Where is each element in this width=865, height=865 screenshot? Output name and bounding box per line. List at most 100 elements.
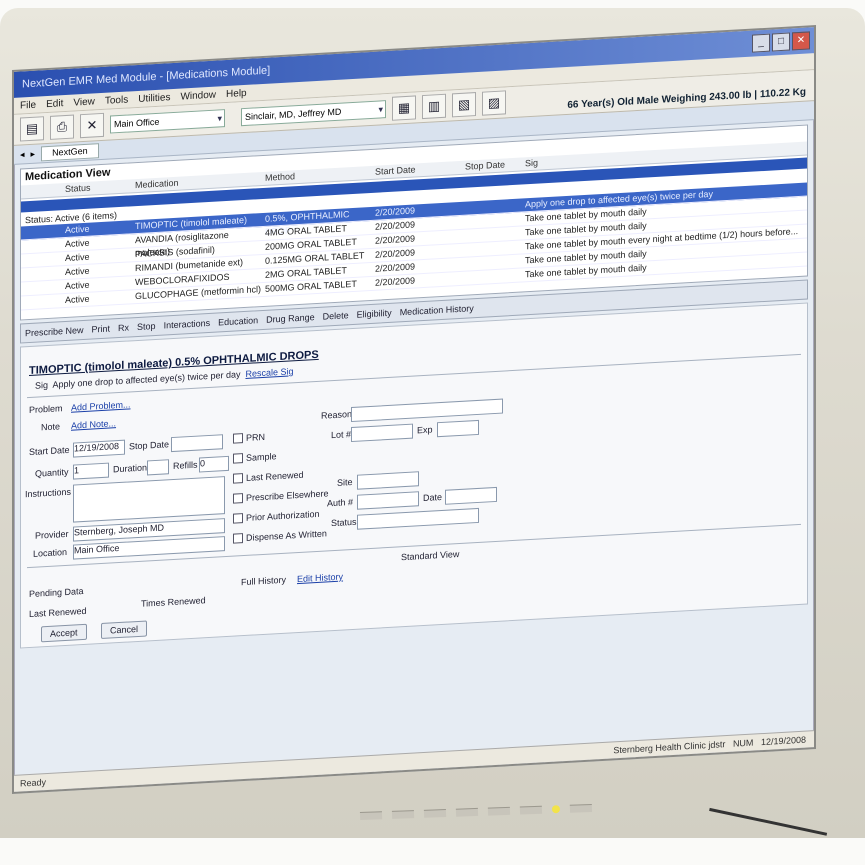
status-date: 12/19/2008: [760, 734, 806, 748]
dispense-as-written-checkbox[interactable]: Dispense As Written: [233, 528, 327, 544]
report-icon[interactable]: ▨: [482, 90, 506, 116]
minimize-button[interactable]: _: [752, 33, 770, 53]
start-date-value: 12/19/2008: [74, 441, 120, 454]
stop-date-field[interactable]: [171, 434, 223, 453]
refills-field[interactable]: 0: [199, 455, 229, 473]
auth-field[interactable]: [357, 491, 419, 510]
row-indicator: [21, 280, 65, 295]
duration-label: Duration: [113, 462, 148, 475]
dispense-as-written-label: Dispense As Written: [246, 528, 327, 543]
menu-utilities[interactable]: Utilities: [138, 92, 170, 105]
refills-label: Refills: [173, 459, 198, 471]
app-window: NextGen EMR Med Module - [Medications Mo…: [12, 25, 816, 794]
instructions-label: Instructions: [25, 486, 72, 500]
drug-range-button[interactable]: Drug Range: [266, 312, 315, 325]
template-icon[interactable]: ▧: [452, 92, 476, 118]
prn-checkbox[interactable]: PRN: [233, 432, 265, 444]
status-num: NUM: [732, 737, 754, 749]
menu-view[interactable]: View: [73, 96, 95, 108]
row-indicator: [21, 266, 65, 281]
reason-label: Reason: [321, 408, 353, 421]
forward-icon[interactable]: ▸: [31, 148, 36, 159]
location-label: Location: [33, 546, 68, 559]
interactions-button[interactable]: Interactions: [164, 318, 211, 331]
last-renewed-label: Last Renewed: [29, 605, 87, 620]
quantity-field[interactable]: 1: [73, 462, 109, 480]
prescription-form: TIMOPTIC (timolol maleate) 0.5% OPHTHALM…: [20, 302, 808, 649]
monitor-button[interactable]: [487, 806, 511, 816]
location-select[interactable]: Main Office: [110, 109, 225, 134]
column-status[interactable]: Status: [65, 179, 135, 196]
eligibility-button[interactable]: Eligibility: [357, 308, 392, 320]
pending-data-label: Pending Data: [29, 585, 84, 600]
monitor-button[interactable]: [455, 807, 479, 817]
monitor-button[interactable]: [391, 810, 415, 819]
monitor-button[interactable]: [359, 811, 383, 821]
print-icon[interactable]: ⎙: [50, 114, 74, 140]
quantity-value: 1: [74, 465, 80, 476]
save-icon[interactable]: ▤: [20, 116, 44, 142]
menu-edit[interactable]: Edit: [46, 98, 63, 110]
menu-file[interactable]: File: [20, 99, 36, 111]
tab-nextgen[interactable]: NextGen: [41, 142, 99, 161]
site-field[interactable]: [357, 471, 419, 490]
refills-value: 0: [200, 458, 206, 469]
stop-button[interactable]: Stop: [137, 321, 156, 332]
chart-icon[interactable]: ▦: [392, 95, 416, 121]
menu-tools[interactable]: Tools: [105, 94, 128, 106]
last-renewed-checkbox[interactable]: Last Renewed: [233, 470, 304, 484]
print-button[interactable]: Print: [92, 324, 111, 335]
sample-checkbox[interactable]: Sample: [233, 451, 277, 464]
full-history-link[interactable]: Full History: [241, 575, 286, 588]
row-indicator: [21, 294, 65, 309]
provider-select[interactable]: Sinclair, MD, Jeffrey MD: [241, 100, 386, 127]
prescribe-new-button[interactable]: Prescribe New: [25, 325, 84, 338]
standard-view-label: Standard View: [401, 548, 460, 563]
exp-field[interactable]: [437, 419, 479, 438]
menu-window[interactable]: Window: [180, 89, 216, 102]
times-renewed-label: Times Renewed: [141, 595, 206, 609]
power-button[interactable]: [569, 803, 593, 813]
cancel-button[interactable]: Cancel: [101, 620, 148, 640]
start-date-field[interactable]: 12/19/2008: [73, 439, 125, 458]
accept-button[interactable]: Accept: [41, 623, 87, 643]
location-value: Main Office: [74, 542, 120, 556]
start-date-label: Start Date: [29, 444, 70, 458]
lot-field[interactable]: [351, 423, 413, 443]
date-field[interactable]: [445, 486, 497, 505]
auth-label: Auth #: [327, 496, 354, 509]
back-icon[interactable]: ◂: [20, 149, 25, 160]
rescale-sig-link[interactable]: Rescale Sig: [246, 366, 294, 379]
column-stop-date[interactable]: Stop Date: [465, 157, 525, 173]
education-button[interactable]: Education: [218, 315, 258, 327]
prior-authorization-checkbox[interactable]: Prior Authorization: [233, 509, 320, 524]
instructions-field[interactable]: [73, 476, 225, 523]
provider-value: Sternberg, Joseph MD: [74, 522, 165, 538]
power-led-icon: [551, 805, 561, 814]
status-select[interactable]: [357, 507, 479, 530]
prior-authorization-label: Prior Authorization: [246, 508, 320, 523]
add-note-link[interactable]: Add Note...: [71, 418, 116, 431]
delete-button[interactable]: Delete: [323, 310, 349, 321]
maximize-button[interactable]: □: [772, 32, 790, 52]
site-label: Site: [337, 476, 353, 488]
close-button[interactable]: ✕: [792, 31, 810, 51]
prescribe-elsewhere-label: Prescribe Elsewhere: [246, 488, 329, 503]
monitor-button[interactable]: [519, 805, 543, 815]
medication-history-button[interactable]: Medication History: [400, 303, 474, 317]
exp-label: Exp: [417, 424, 433, 436]
reason-select[interactable]: [351, 398, 503, 423]
monitor-button[interactable]: [423, 809, 447, 818]
prescribe-elsewhere-checkbox[interactable]: Prescribe Elsewhere: [233, 488, 329, 504]
close-chart-icon[interactable]: ✕: [80, 112, 104, 139]
duration-field[interactable]: [147, 459, 169, 476]
menu-help[interactable]: Help: [226, 87, 247, 99]
rx-button[interactable]: Rx: [118, 322, 129, 333]
prn-label: PRN: [246, 431, 266, 443]
row-indicator: [21, 252, 65, 267]
edit-history-link[interactable]: Edit History: [297, 571, 343, 584]
document-icon[interactable]: ▥: [422, 93, 446, 120]
quantity-label: Quantity: [35, 466, 69, 479]
add-problem-link[interactable]: Add Problem...: [71, 399, 131, 412]
provider-label: Provider: [35, 528, 69, 541]
